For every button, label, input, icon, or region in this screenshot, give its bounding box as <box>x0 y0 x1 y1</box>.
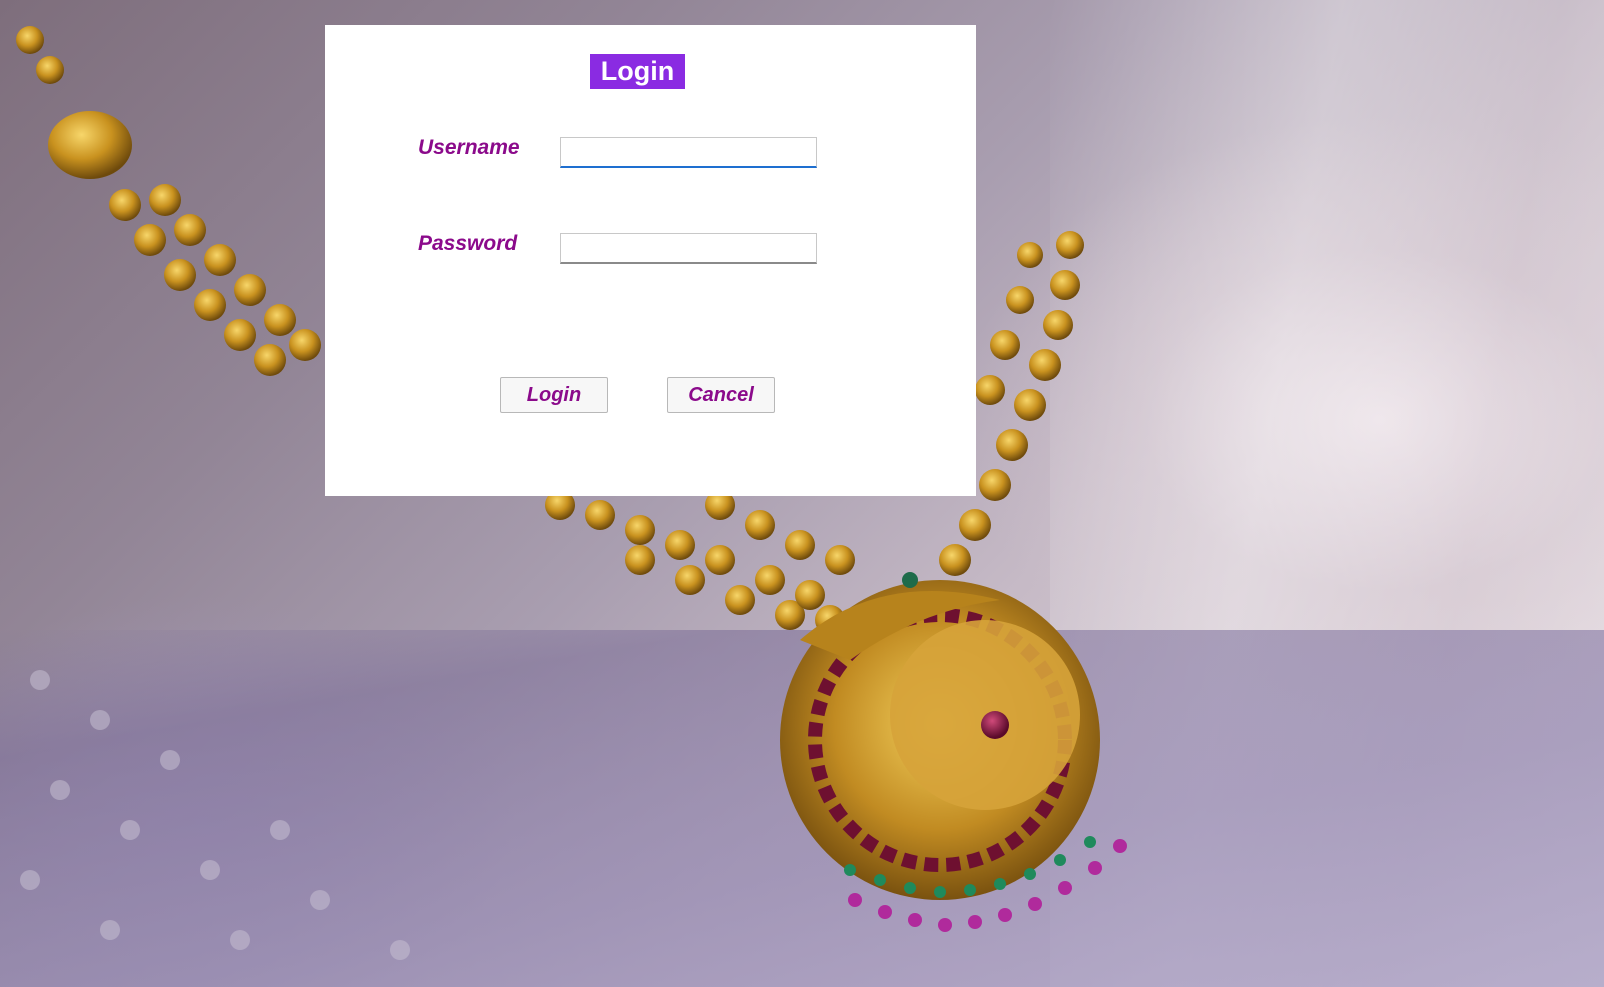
login-button[interactable]: Login <box>500 377 608 413</box>
username-label: Username <box>418 136 520 159</box>
password-input[interactable] <box>560 233 817 264</box>
login-dialog: Login Username Password Login Cancel <box>325 25 976 496</box>
saree-embroidery <box>20 670 410 960</box>
pendant <box>780 572 1100 900</box>
login-screen: Login Username Password Login Cancel <box>0 0 1604 987</box>
username-input[interactable] <box>560 137 817 168</box>
cancel-button[interactable]: Cancel <box>667 377 775 413</box>
dialog-title: Login <box>590 54 685 89</box>
password-label: Password <box>418 232 518 255</box>
left-chain <box>16 26 321 376</box>
lower-chain <box>545 490 855 635</box>
